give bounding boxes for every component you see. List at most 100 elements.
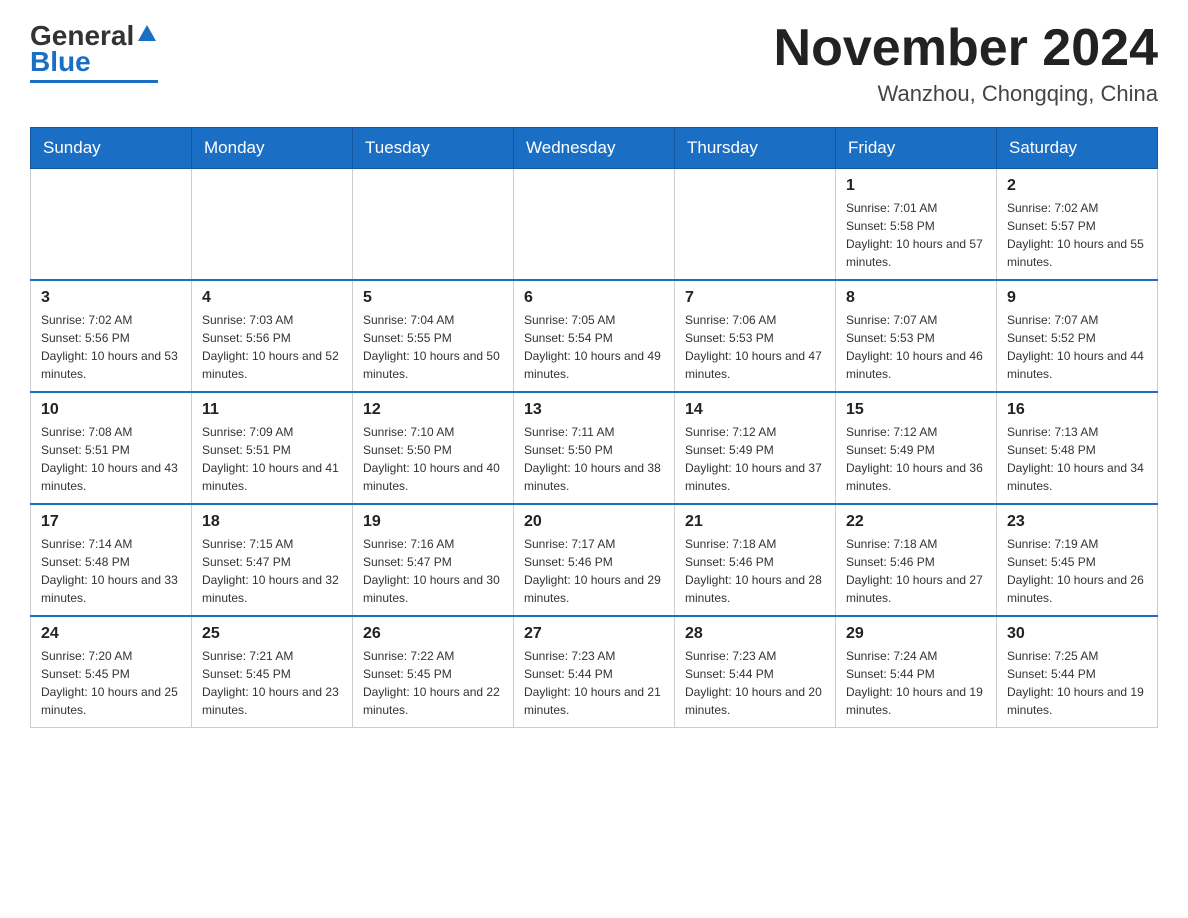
day-number: 9 — [1007, 289, 1147, 307]
day-number: 27 — [524, 625, 664, 643]
calendar-cell: 29 Sunrise: 7:24 AMSunset: 5:44 PMDayligh… — [836, 616, 997, 728]
calendar-cell: 16Sunrise: 7:13 AMSunset: 5:48 PMDayligh… — [997, 392, 1158, 504]
calendar-cell: 21 Sunrise: 7:18 AMSunset: 5:46 PMDayligh… — [675, 504, 836, 616]
column-header-wednesday: Wednesday — [514, 128, 675, 169]
day-number: 17 — [41, 513, 181, 531]
day-info: Sunrise: 7:11 AMSunset: 5:50 PMDaylight:… — [524, 423, 664, 495]
calendar-cell: 13 Sunrise: 7:11 AMSunset: 5:50 PMDayligh… — [514, 392, 675, 504]
day-number: 16 — [1007, 401, 1147, 419]
day-number: 15 — [846, 401, 986, 419]
calendar-cell: 14 Sunrise: 7:12 AMSunset: 5:49 PMDayligh… — [675, 392, 836, 504]
day-number: 4 — [202, 289, 342, 307]
day-number: 5 — [363, 289, 503, 307]
calendar-cell: 28 Sunrise: 7:23 AMSunset: 5:44 PMDayligh… — [675, 616, 836, 728]
day-info: Sunrise: 7:06 AMSunset: 5:53 PMDaylight:… — [685, 311, 825, 383]
day-number: 12 — [363, 401, 503, 419]
logo: General Blue — [30, 20, 158, 83]
day-number: 29 — [846, 625, 986, 643]
day-info: Sunrise: 7:19 AMSunset: 5:45 PMDaylight:… — [1007, 535, 1147, 607]
day-info: Sunrise: 7:04 AMSunset: 5:55 PMDaylight:… — [363, 311, 503, 383]
column-header-friday: Friday — [836, 128, 997, 169]
calendar-cell: 23 Sunrise: 7:19 AMSunset: 5:45 PMDayligh… — [997, 504, 1158, 616]
column-header-monday: Monday — [192, 128, 353, 169]
calendar-cell: 8 Sunrise: 7:07 AMSunset: 5:53 PMDaylight… — [836, 280, 997, 392]
column-header-thursday: Thursday — [675, 128, 836, 169]
day-info: Sunrise: 7:18 AMSunset: 5:46 PMDaylight:… — [685, 535, 825, 607]
calendar-cell — [192, 169, 353, 281]
column-header-tuesday: Tuesday — [353, 128, 514, 169]
location-subtitle: Wanzhou, Chongqing, China — [774, 81, 1158, 107]
calendar-cell — [353, 169, 514, 281]
calendar-table: SundayMondayTuesdayWednesdayThursdayFrid… — [30, 127, 1158, 728]
day-info: Sunrise: 7:02 AMSunset: 5:57 PMDaylight:… — [1007, 199, 1147, 271]
day-info: Sunrise: 7:05 AMSunset: 5:54 PMDaylight:… — [524, 311, 664, 383]
day-info: Sunrise: 7:08 AMSunset: 5:51 PMDaylight:… — [41, 423, 181, 495]
day-number: 21 — [685, 513, 825, 531]
day-info: Sunrise: 7:23 AMSunset: 5:44 PMDaylight:… — [524, 647, 664, 719]
day-info: Sunrise: 7:24 AMSunset: 5:44 PMDaylight:… — [846, 647, 986, 719]
calendar-cell: 3 Sunrise: 7:02 AMSunset: 5:56 PMDaylight… — [31, 280, 192, 392]
day-info: Sunrise: 7:02 AMSunset: 5:56 PMDaylight:… — [41, 311, 181, 383]
day-info: Sunrise: 7:20 AMSunset: 5:45 PMDaylight:… — [41, 647, 181, 719]
day-number: 18 — [202, 513, 342, 531]
calendar-cell: 6 Sunrise: 7:05 AMSunset: 5:54 PMDaylight… — [514, 280, 675, 392]
calendar-week-row: 24 Sunrise: 7:20 AMSunset: 5:45 PMDayligh… — [31, 616, 1158, 728]
calendar-week-row: 3 Sunrise: 7:02 AMSunset: 5:56 PMDaylight… — [31, 280, 1158, 392]
day-info: Sunrise: 7:18 AMSunset: 5:46 PMDaylight:… — [846, 535, 986, 607]
column-header-sunday: Sunday — [31, 128, 192, 169]
day-number: 19 — [363, 513, 503, 531]
day-info: Sunrise: 7:12 AMSunset: 5:49 PMDaylight:… — [685, 423, 825, 495]
day-number: 24 — [41, 625, 181, 643]
day-number: 28 — [685, 625, 825, 643]
day-number: 11 — [202, 401, 342, 419]
logo-underline — [30, 80, 158, 83]
day-info: Sunrise: 7:14 AMSunset: 5:48 PMDaylight:… — [41, 535, 181, 607]
page-header: General Blue November 2024 Wanzhou, Chon… — [30, 20, 1158, 107]
day-info: Sunrise: 7:07 AMSunset: 5:52 PMDaylight:… — [1007, 311, 1147, 383]
logo-blue-text: Blue — [30, 46, 91, 78]
day-info: Sunrise: 7:10 AMSunset: 5:50 PMDaylight:… — [363, 423, 503, 495]
calendar-cell: 25Sunrise: 7:21 AMSunset: 5:45 PMDayligh… — [192, 616, 353, 728]
calendar-cell: 17 Sunrise: 7:14 AMSunset: 5:48 PMDayligh… — [31, 504, 192, 616]
day-number: 14 — [685, 401, 825, 419]
calendar-cell: 30Sunrise: 7:25 AMSunset: 5:44 PMDayligh… — [997, 616, 1158, 728]
calendar-cell — [31, 169, 192, 281]
calendar-header-row: SundayMondayTuesdayWednesdayThursdayFrid… — [31, 128, 1158, 169]
day-number: 13 — [524, 401, 664, 419]
day-number: 6 — [524, 289, 664, 307]
calendar-cell — [675, 169, 836, 281]
calendar-cell: 20Sunrise: 7:17 AMSunset: 5:46 PMDayligh… — [514, 504, 675, 616]
day-number: 26 — [363, 625, 503, 643]
calendar-cell: 7Sunrise: 7:06 AMSunset: 5:53 PMDaylight… — [675, 280, 836, 392]
day-info: Sunrise: 7:12 AMSunset: 5:49 PMDaylight:… — [846, 423, 986, 495]
day-number: 30 — [1007, 625, 1147, 643]
calendar-cell: 9 Sunrise: 7:07 AMSunset: 5:52 PMDaylight… — [997, 280, 1158, 392]
day-info: Sunrise: 7:01 AMSunset: 5:58 PMDaylight:… — [846, 199, 986, 271]
day-number: 10 — [41, 401, 181, 419]
day-number: 23 — [1007, 513, 1147, 531]
day-number: 8 — [846, 289, 986, 307]
calendar-cell: 15 Sunrise: 7:12 AMSunset: 5:49 PMDayligh… — [836, 392, 997, 504]
day-number: 3 — [41, 289, 181, 307]
day-number: 25 — [202, 625, 342, 643]
column-header-saturday: Saturday — [997, 128, 1158, 169]
day-info: Sunrise: 7:03 AMSunset: 5:56 PMDaylight:… — [202, 311, 342, 383]
day-info: Sunrise: 7:15 AMSunset: 5:47 PMDaylight:… — [202, 535, 342, 607]
day-info: Sunrise: 7:07 AMSunset: 5:53 PMDaylight:… — [846, 311, 986, 383]
day-info: Sunrise: 7:17 AMSunset: 5:46 PMDaylight:… — [524, 535, 664, 607]
calendar-cell: 27 Sunrise: 7:23 AMSunset: 5:44 PMDayligh… — [514, 616, 675, 728]
calendar-cell: 18 Sunrise: 7:15 AMSunset: 5:47 PMDayligh… — [192, 504, 353, 616]
calendar-cell — [514, 169, 675, 281]
calendar-cell: 24 Sunrise: 7:20 AMSunset: 5:45 PMDayligh… — [31, 616, 192, 728]
logo-triangle-icon — [136, 23, 158, 45]
month-title: November 2024 — [774, 20, 1158, 77]
calendar-week-row: 17 Sunrise: 7:14 AMSunset: 5:48 PMDayligh… — [31, 504, 1158, 616]
calendar-cell: 19Sunrise: 7:16 AMSunset: 5:47 PMDayligh… — [353, 504, 514, 616]
calendar-cell: 11Sunrise: 7:09 AMSunset: 5:51 PMDayligh… — [192, 392, 353, 504]
title-area: November 2024 Wanzhou, Chongqing, China — [774, 20, 1158, 107]
day-number: 1 — [846, 177, 986, 195]
calendar-cell: 5 Sunrise: 7:04 AMSunset: 5:55 PMDaylight… — [353, 280, 514, 392]
day-info: Sunrise: 7:23 AMSunset: 5:44 PMDaylight:… — [685, 647, 825, 719]
calendar-cell: 26Sunrise: 7:22 AMSunset: 5:45 PMDayligh… — [353, 616, 514, 728]
calendar-week-row: 10 Sunrise: 7:08 AMSunset: 5:51 PMDayligh… — [31, 392, 1158, 504]
